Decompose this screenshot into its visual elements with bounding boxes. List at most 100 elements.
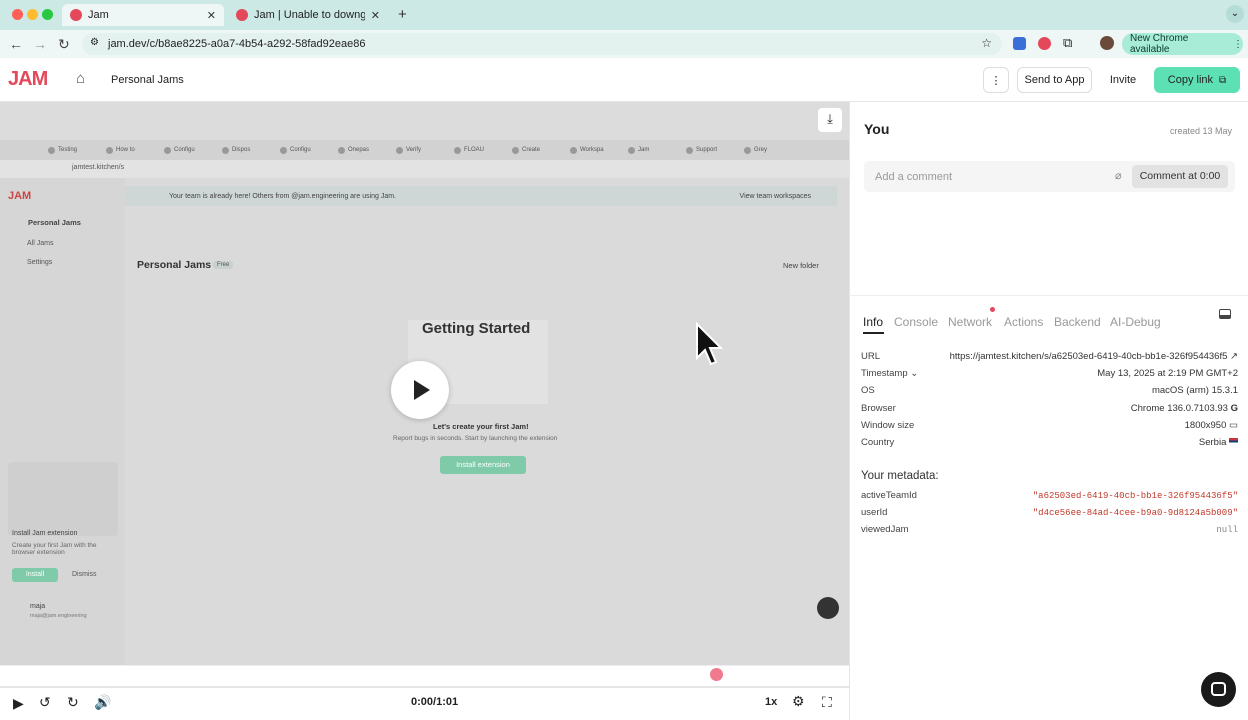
close-tab-icon[interactable]: ✕	[371, 9, 380, 22]
forward-skip-icon[interactable]: ↻	[67, 694, 79, 711]
info-value: Serbia	[1199, 437, 1238, 448]
tab-info[interactable]: Info	[863, 315, 883, 329]
recorded-tab: Configu	[280, 143, 311, 157]
url-input[interactable]: ⚙ jam.dev/c/b8ae8225-a0a7-4b54-a292-58fa…	[82, 33, 1002, 55]
play-overlay-button[interactable]	[391, 361, 449, 419]
download-icon[interactable]: ⤓	[818, 108, 842, 132]
info-row-browser: Browser Chrome 136.0.7103.93 G	[861, 400, 1238, 417]
recorded-tab-favicon-icon	[48, 146, 55, 154]
tab-search-icon[interactable]: ⌄	[1226, 5, 1244, 23]
recorded-nav-settings: Settings	[27, 259, 53, 266]
recorded-chat-icon	[817, 597, 839, 619]
browser-tab-bar: Jam ✕ Jam | Unable to downgrade n ✕ + ⌄	[0, 0, 1248, 30]
browser-tab-downgrade[interactable]: Jam | Unable to downgrade n ✕	[228, 4, 388, 26]
site-info-icon[interactable]: ⚙	[90, 37, 99, 48]
forward-icon[interactable]: →	[33, 36, 47, 52]
tab-backend[interactable]: Backend	[1054, 315, 1101, 329]
play-button[interactable]: ▶	[13, 695, 24, 712]
comment-at-time-button[interactable]: Comment at 0:00	[1132, 165, 1228, 188]
metadata-value: "a62503ed-6419-40cb-bb1e-326f954436f5"	[1032, 490, 1238, 501]
volume-icon[interactable]: 🔊	[94, 694, 111, 711]
chevron-down-icon[interactable]: ⌄	[910, 368, 918, 379]
copy-link-label: Copy link	[1167, 74, 1214, 86]
comment-input[interactable]: Add a comment	[875, 171, 952, 183]
fullscreen-icon[interactable]: ⛶	[822, 694, 832, 711]
new-tab-button[interactable]: +	[398, 6, 407, 23]
metadata-row: activeTeamId "a62503ed-6419-40cb-bb1e-32…	[861, 487, 1238, 504]
recorded-free-badge: Free	[213, 261, 234, 269]
chrome-icon: G	[1230, 403, 1238, 414]
copy-link-button[interactable]: Copy link ⧉	[1154, 67, 1240, 93]
recorded-tab-label: Onepas	[348, 147, 370, 153]
recorded-tab: Verify	[396, 143, 421, 157]
recorded-tab-favicon-icon	[744, 146, 751, 154]
reload-icon[interactable]: ↻	[58, 36, 70, 53]
external-link-icon[interactable]: ↗	[1230, 351, 1238, 362]
progress-track[interactable]	[0, 686, 849, 688]
jam-extension-icon[interactable]	[1038, 37, 1051, 50]
profile-avatar[interactable]	[1100, 36, 1114, 50]
recorded-tab-label: Support	[696, 147, 718, 153]
extensions-puzzle-icon[interactable]: ⧉	[1063, 35, 1072, 51]
rewind-icon[interactable]: ↺	[39, 694, 51, 711]
panel-layout-icon[interactable]	[1219, 309, 1231, 319]
tab-label: Jam	[88, 9, 109, 21]
attach-icon[interactable]: ⌀	[1115, 169, 1122, 182]
more-icon: ⋮	[1233, 38, 1243, 50]
video-player[interactable]: ⤓ Testing How to Configu Dispos Configu Onepa…	[0, 102, 849, 665]
invite-button[interactable]: Invite	[1099, 67, 1147, 93]
new-chrome-available-button[interactable]: New Chrome available ⋮	[1122, 33, 1243, 55]
bookmark-star-icon[interactable]: ☆	[981, 36, 992, 50]
recorded-tab-label: FLOAU	[464, 147, 485, 153]
breadcrumb[interactable]: Personal Jams	[111, 74, 184, 86]
recorded-tab: Workspa	[570, 143, 604, 157]
recorded-banner-text: Your team is already here! Others from @…	[169, 192, 397, 200]
recorded-user-name: maja	[30, 603, 46, 610]
monitor-icon: ▭	[1229, 420, 1238, 431]
maximize-window-icon[interactable]	[42, 9, 53, 20]
new-chrome-label: New Chrome available	[1130, 33, 1189, 55]
recorded-nav-all-jams: All Jams	[27, 240, 54, 247]
minimize-window-icon[interactable]	[27, 9, 38, 20]
recorded-tab-label: Dispos	[232, 147, 251, 153]
metadata-title: Your metadata:	[861, 470, 939, 482]
recorded-create-sub: Report bugs in seconds. Start by launchi…	[393, 435, 558, 442]
extension-icon[interactable]	[1013, 37, 1026, 50]
comment-box: Add a comment ⌀ Comment at 0:00	[864, 161, 1235, 192]
divider	[849, 295, 1248, 296]
jam-logo[interactable]: JAM	[8, 68, 48, 91]
app-header: JAM ⌂ Personal Jams ⋮ Send to App Invite…	[0, 58, 1248, 102]
comment-marker-icon[interactable]	[710, 668, 723, 681]
browser-tab-jam[interactable]: Jam ✕	[62, 4, 224, 26]
recorded-banner: Your team is already here! Others from @…	[125, 186, 837, 206]
tab-network[interactable]: Network	[948, 315, 992, 329]
recorded-tab: Jam	[628, 143, 649, 157]
tab-actions[interactable]: Actions	[1004, 315, 1043, 329]
info-key: Window size	[861, 420, 915, 431]
info-row-os: OS macOS (arm) 15.3.1	[861, 382, 1238, 399]
tab-ai-debug[interactable]: AI-Debug	[1110, 315, 1161, 329]
metadata-value: "d4ce56ee-84ad-4cee-b9a0-9d8124a5b009"	[1032, 507, 1238, 518]
tab-console[interactable]: Console	[894, 315, 938, 329]
playback-speed-button[interactable]: 1x	[765, 696, 777, 708]
send-to-app-button[interactable]: Send to App	[1017, 67, 1092, 93]
recorded-tab-favicon-icon	[280, 146, 287, 154]
home-icon[interactable]: ⌂	[76, 70, 85, 87]
recorded-workspace: Personal Jams	[28, 218, 81, 227]
chat-support-button[interactable]	[1201, 672, 1236, 707]
play-icon	[414, 380, 430, 400]
info-row-country: Country Serbia	[861, 434, 1238, 451]
info-value: Chrome 136.0.7103.93 G	[1131, 403, 1238, 414]
recorded-tab: Dispos	[222, 143, 250, 157]
url-value[interactable]: https://jamtest.kitchen/s/a62503ed-6419-…	[950, 351, 1228, 362]
more-options-button[interactable]: ⋮	[983, 67, 1009, 93]
os-value: macOS (arm) 15.3.1	[1151, 385, 1238, 396]
settings-gear-icon[interactable]: ⚙	[792, 693, 805, 710]
browser-value: Chrome 136.0.7103.93	[1130, 403, 1228, 414]
close-window-icon[interactable]	[12, 9, 23, 20]
back-icon[interactable]: ←	[9, 36, 23, 52]
recorded-install-button: Install	[12, 568, 58, 582]
recorded-tab: Testing	[48, 143, 77, 157]
recorded-tab-favicon-icon	[222, 146, 229, 154]
close-tab-icon[interactable]: ✕	[207, 9, 216, 22]
